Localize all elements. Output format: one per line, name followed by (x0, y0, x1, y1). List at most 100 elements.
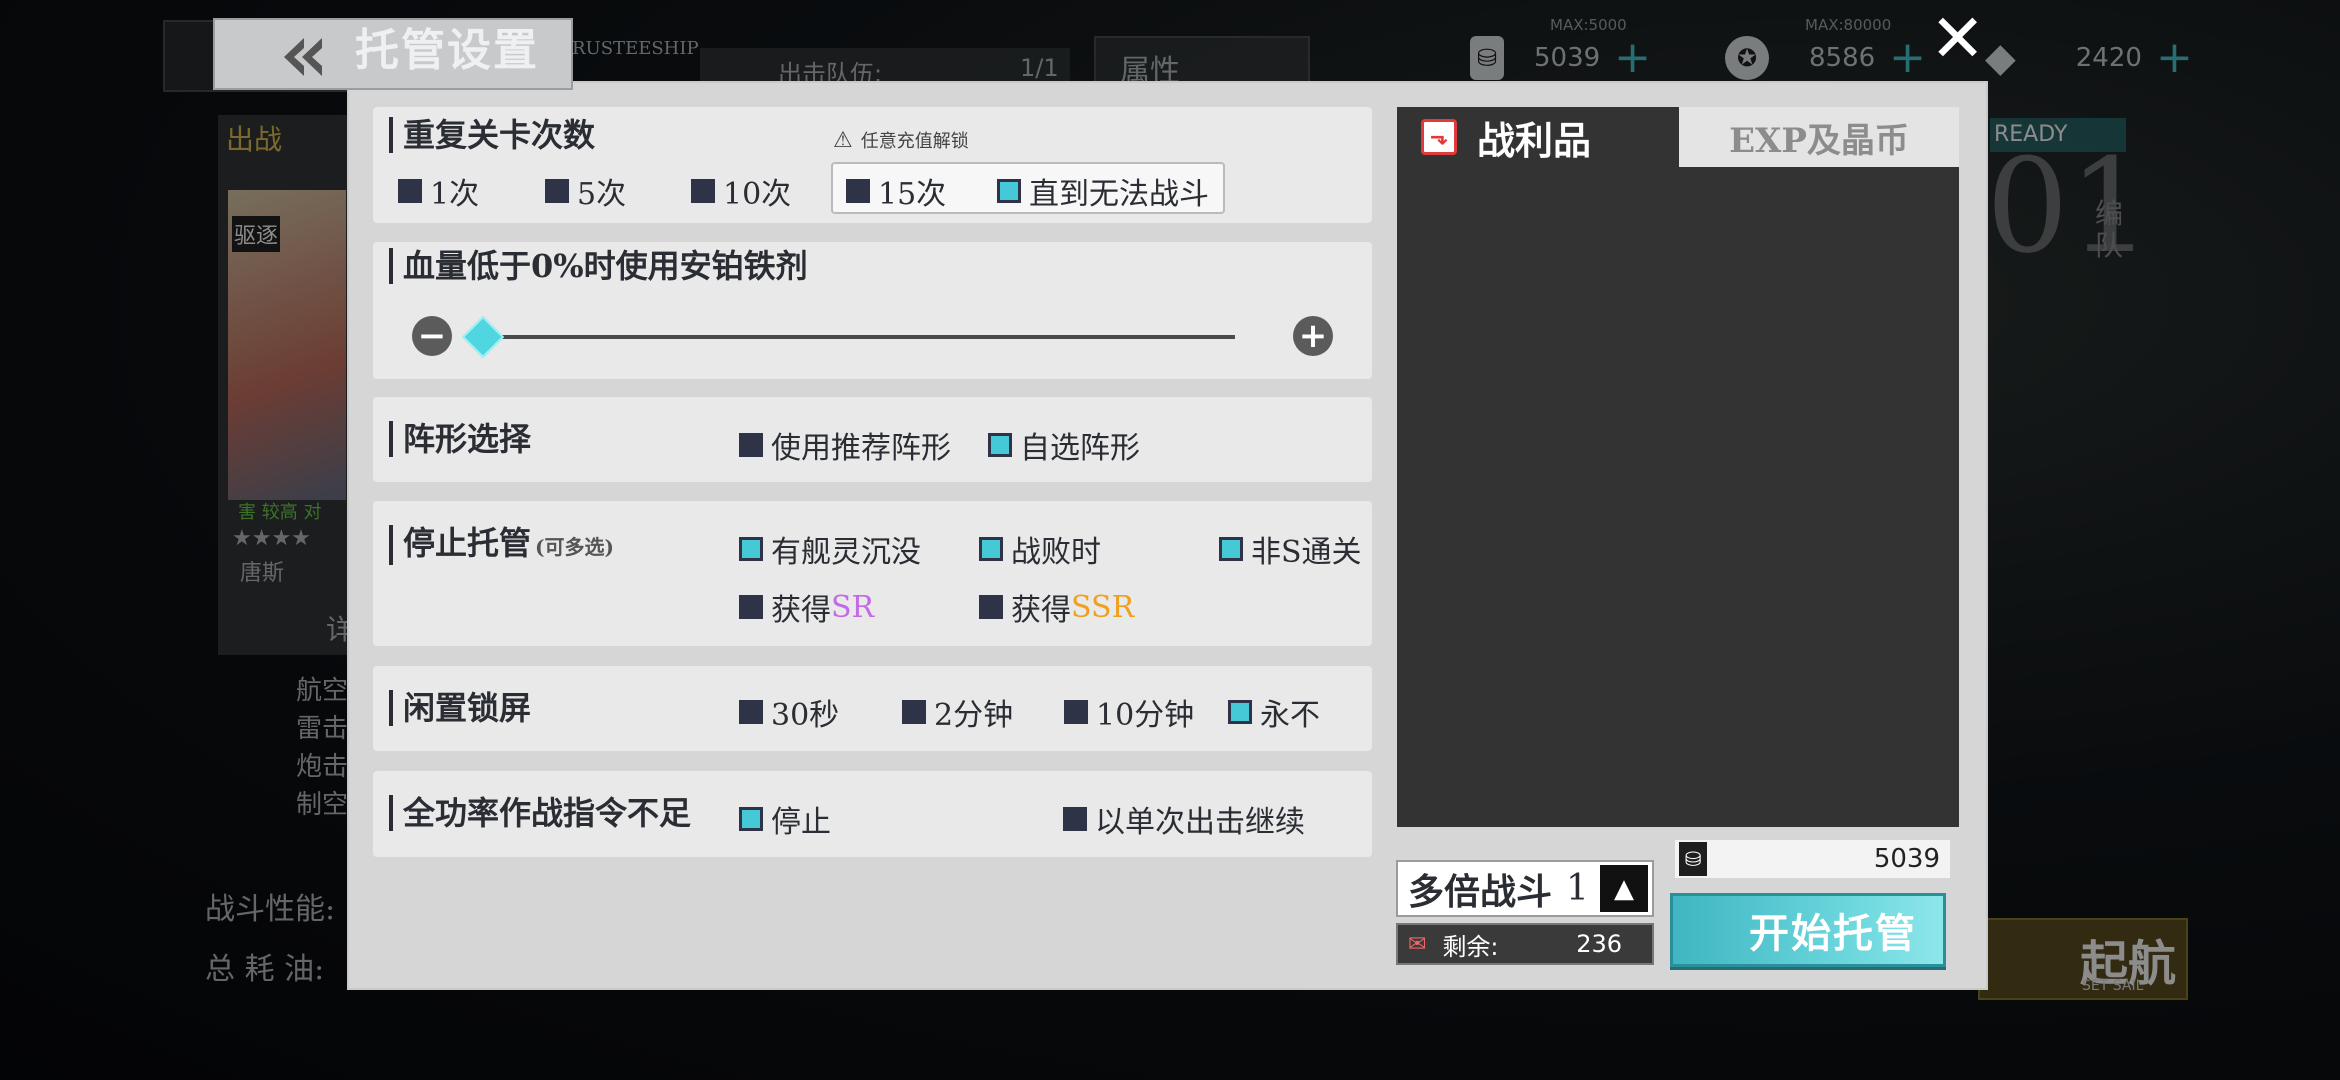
stop-title-note: (可多选) (535, 535, 614, 559)
power-option-single[interactable]: 以单次出击继续 (1063, 797, 1305, 841)
sr-label: SR (831, 589, 875, 625)
option-label: 直到无法战斗 (1029, 177, 1209, 212)
checkbox[interactable] (1063, 807, 1087, 831)
formation-option-recommended[interactable]: 使用推荐阵形 (739, 423, 951, 467)
remaining-value: 236 (1576, 930, 1622, 958)
checkbox[interactable] (846, 179, 870, 203)
checkbox[interactable] (1064, 700, 1088, 724)
stop-option-non-s[interactable]: 非S通关 (1219, 527, 1362, 571)
stop-option-get-ssr[interactable]: 获得 SSR (979, 585, 1134, 629)
option-label: 获得 (771, 593, 831, 628)
hp-slider-thumb[interactable] (461, 315, 505, 359)
tab-loot[interactable]: ⬎ 战利品 (1397, 107, 1679, 167)
option-label: 5次 (577, 177, 627, 212)
idle-title: 闲置锁屏 (389, 690, 531, 726)
checkbox-checked[interactable] (1228, 700, 1252, 724)
stop-title: 停止托管 (可多选) (389, 525, 614, 565)
back-arrow-icon[interactable] (280, 36, 328, 78)
repeat-option-until-unable[interactable]: 直到无法战斗 (997, 169, 1209, 213)
repeat-option-10[interactable]: 10次 (691, 169, 791, 213)
tab-exp-label: EXP及晶币 (1729, 120, 1909, 161)
oil-cost-box: ⛁ 5039 (1675, 840, 1950, 878)
repeat-option-1[interactable]: 1次 (398, 169, 479, 213)
idle-option-30s[interactable]: 30秒 (739, 690, 839, 734)
section-hp: 血量低于0%时使用安铂铁剂 − + (373, 242, 1372, 379)
plus-icon[interactable]: + (1293, 316, 1333, 356)
section-formation: 阵形选择 使用推荐阵形 自选阵形 (373, 397, 1372, 482)
minus-icon[interactable]: − (412, 316, 452, 356)
multi-battle-value: 1 (1566, 868, 1589, 909)
dialog-title: 托管设置 (355, 25, 539, 76)
option-label: 自选阵形 (1020, 431, 1140, 466)
checkbox[interactable] (545, 179, 569, 203)
warning-icon: ⚠ (833, 127, 853, 153)
hp-slider-track[interactable] (483, 335, 1235, 339)
triangle-up-icon[interactable]: ▲ (1600, 865, 1648, 912)
multi-battle-selector[interactable]: 多倍战斗 1 ▲ (1396, 860, 1654, 917)
game-screen: TRUSTEESHIP 出击队伍: 1/1 属性 ⛁ MAX:5000 5039… (0, 0, 2340, 1080)
formation-title: 阵形选择 (389, 421, 531, 457)
remaining-box: ✉ 剩余: 236 (1396, 923, 1654, 965)
option-label: 永不 (1260, 698, 1320, 733)
idle-option-10min[interactable]: 10分钟 (1064, 690, 1194, 734)
multi-battle-label: 多倍战斗 (1408, 870, 1553, 913)
oil-icon: ⛁ (1679, 842, 1707, 876)
remaining-label: 剩余: (1442, 932, 1499, 961)
checkbox[interactable] (739, 595, 763, 619)
loot-icon: ⬎ (1421, 119, 1457, 155)
checkbox[interactable] (902, 700, 926, 724)
section-repeat: 重复关卡次数 ⚠ 任意充值解锁 1次 5次 10次 15次 直到无法战斗 (373, 107, 1372, 223)
full-power-title: 全功率作战指令不足 (389, 795, 691, 831)
option-label: 战败时 (1011, 535, 1101, 570)
option-label: 30秒 (771, 698, 840, 733)
close-icon[interactable]: ✕ (1930, 6, 1985, 72)
stop-option-defeat[interactable]: 战败时 (979, 527, 1101, 571)
option-label: 使用推荐阵形 (771, 431, 951, 466)
tab-loot-label: 战利品 (1477, 117, 1592, 163)
option-label: 2分钟 (934, 698, 1014, 733)
option-label: 有舰灵沉没 (771, 535, 921, 570)
checkbox[interactable] (398, 179, 422, 203)
unlock-note: ⚠ 任意充值解锁 (833, 127, 969, 153)
option-label: 非S通关 (1251, 535, 1362, 570)
stop-title-text: 停止托管 (403, 524, 532, 562)
option-label: 10次 (723, 177, 792, 212)
start-button-label: 开始托管 (1749, 910, 1917, 957)
checkbox[interactable] (691, 179, 715, 203)
checkbox-checked[interactable] (997, 179, 1021, 203)
power-option-stop[interactable]: 停止 (739, 797, 831, 841)
option-label: 15次 (878, 177, 947, 212)
section-stop: 停止托管 (可多选) 有舰灵沉没 战败时 非S通关 获得 SR 获得 SSR (373, 501, 1372, 646)
stop-option-sunk[interactable]: 有舰灵沉没 (739, 527, 921, 571)
checkbox[interactable] (739, 433, 763, 457)
checkbox[interactable] (739, 700, 763, 724)
checkbox-checked[interactable] (988, 433, 1012, 457)
formation-option-custom[interactable]: 自选阵形 (988, 423, 1140, 467)
option-label: 以单次出击继续 (1095, 805, 1305, 840)
repeat-option-15[interactable]: 15次 (846, 169, 946, 213)
loot-panel (1397, 107, 1959, 827)
unlock-note-text: 任意充值解锁 (860, 131, 969, 152)
tab-exp[interactable]: EXP及晶币 (1679, 107, 1959, 167)
hp-title: 血量低于0%时使用安铂铁剂 (389, 248, 808, 284)
option-label: 获得 (1011, 593, 1071, 628)
repeat-title: 重复关卡次数 (389, 117, 595, 153)
stop-option-get-sr[interactable]: 获得 SR (739, 585, 874, 629)
checkbox-checked[interactable] (979, 537, 1003, 561)
checkbox-checked[interactable] (739, 537, 763, 561)
idle-option-2min[interactable]: 2分钟 (902, 690, 1013, 734)
ssr-label: SSR (1071, 589, 1135, 625)
option-label: 10分钟 (1096, 698, 1195, 733)
section-full-power: 全功率作战指令不足 停止 以单次出击继续 (373, 771, 1372, 857)
option-label: 停止 (771, 805, 831, 840)
option-label: 1次 (430, 177, 480, 212)
ticket-icon: ✉ (1408, 931, 1427, 957)
oil-cost-value: 5039 (1873, 844, 1940, 874)
start-trusteeship-button[interactable]: 开始托管 (1670, 893, 1946, 967)
repeat-option-5[interactable]: 5次 (545, 169, 626, 213)
checkbox-checked[interactable] (739, 807, 763, 831)
checkbox-checked[interactable] (1219, 537, 1243, 561)
checkbox[interactable] (979, 595, 1003, 619)
section-idle: 闲置锁屏 30秒 2分钟 10分钟 永不 (373, 666, 1372, 751)
idle-option-never[interactable]: 永不 (1228, 690, 1320, 734)
